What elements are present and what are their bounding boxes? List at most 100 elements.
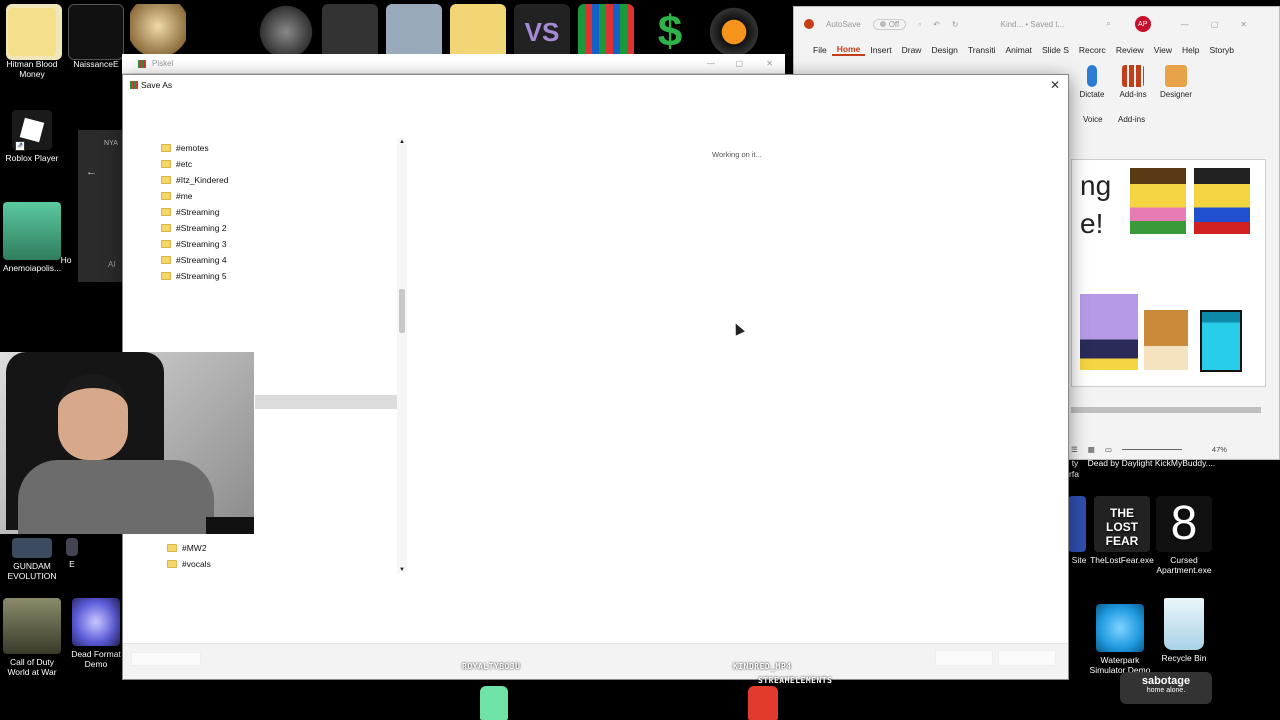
cancel-button[interactable] <box>998 650 1056 666</box>
desktop-icon-label: Recycle Bin <box>1161 653 1207 663</box>
zoom-slider[interactable] <box>1121 448 1182 450</box>
dictate-button[interactable]: Dictate <box>1070 65 1114 99</box>
dollar-icon[interactable]: $ <box>642 4 698 60</box>
tab-home[interactable]: Home <box>831 44 866 56</box>
save-button[interactable] <box>935 650 993 666</box>
slide-text-line-1: ng <box>1080 170 1112 201</box>
minimize-icon[interactable]: — <box>707 59 715 68</box>
back-arrow-icon[interactable]: ← <box>86 166 97 178</box>
desktop-icon-cod[interactable]: Call of Duty World at War <box>0 598 64 677</box>
pixel-character-yellow <box>1130 168 1186 234</box>
tab-design[interactable]: Design <box>926 45 962 55</box>
hitman-portrait-icon[interactable] <box>258 4 314 60</box>
desktop-icon-lost-fear[interactable]: THE LOST FEAR TheLostFear.exe <box>1090 496 1154 565</box>
save-icon[interactable]: ▫ <box>918 20 921 29</box>
tab-storyboard[interactable]: Storyb <box>1204 45 1239 55</box>
vampire-survivors-icon[interactable]: VS <box>514 4 570 60</box>
tab-slide-show[interactable]: Slide S <box>1037 45 1074 55</box>
folder-item[interactable]: #Streaming 4 <box>161 252 227 268</box>
desktop-icon-partial[interactable]: Ho <box>56 255 76 265</box>
notes-icon[interactable]: ☰ <box>1071 445 1078 454</box>
pixel-character-blue <box>1194 168 1250 234</box>
tab-draw[interactable]: Draw <box>897 45 927 55</box>
desktop-icon-cursed-apartment[interactable]: 8 Cursed Apartment.exe <box>1152 496 1216 575</box>
desktop-icon-roblox[interactable]: ↗ Roblox Player <box>0 110 64 163</box>
undo-icon[interactable]: ↶ <box>933 20 940 29</box>
normal-view-icon[interactable]: ▦ <box>1088 445 1095 454</box>
folder-tree-scrollbar[interactable]: ▲ ▼ <box>397 139 407 573</box>
avatar[interactable]: AP <box>1134 16 1151 32</box>
autosave-toggle[interactable]: Off <box>872 18 907 30</box>
tab-record[interactable]: Recorc <box>1074 45 1111 55</box>
folder-label: #Streaming <box>176 207 220 217</box>
piskel-grid-icon[interactable] <box>578 4 634 60</box>
document-title[interactable]: Kind... • Saved t... <box>1000 20 1064 29</box>
pixel-character-cat <box>1080 294 1138 370</box>
unity-icon[interactable] <box>322 4 378 60</box>
folder-item[interactable]: #Streaming 5 <box>161 268 227 284</box>
tab-transitions[interactable]: Transiti <box>963 45 1001 55</box>
folder-item[interactable]: #vocals <box>167 556 211 572</box>
folder-item[interactable]: #MW2 <box>167 540 207 556</box>
desktop-icon-waterpark[interactable]: Waterpark Simulator Demo <box>1088 604 1152 675</box>
folder-item[interactable]: #etc <box>161 156 192 172</box>
minimize-icon[interactable]: — <box>1181 20 1189 29</box>
slide-canvas[interactable]: ng e! <box>1071 159 1266 387</box>
desktop-icon-recycle-bin[interactable]: Recycle Bin <box>1152 598 1216 663</box>
folder-label: #vocals <box>182 559 211 569</box>
folder-label: #Streaming 3 <box>176 239 227 249</box>
desktop-icon-label: NaissanceE <box>73 59 119 69</box>
tab-animations[interactable]: Animat <box>1000 45 1036 55</box>
scroll-thumb[interactable] <box>399 289 405 333</box>
tab-file[interactable]: File <box>808 45 832 55</box>
desktop-icon-hitman[interactable]: Hitman Blood Money <box>0 8 64 79</box>
folder-icon[interactable] <box>450 4 506 60</box>
music-disc-icon[interactable] <box>706 4 762 60</box>
folder-item[interactable]: #emotes <box>161 140 209 156</box>
folder-item[interactable]: #Streaming 2 <box>161 220 227 236</box>
tab-help[interactable]: Help <box>1177 45 1204 55</box>
loading-status: Working on it... <box>712 150 762 159</box>
folder-item[interactable]: #Streaming 3 <box>161 236 227 252</box>
app-icon <box>66 538 78 556</box>
desktop-icon-dead-format[interactable]: Dead Format Demo <box>64 598 128 669</box>
folder-item[interactable]: #Streaming <box>161 204 219 220</box>
file-name-field[interactable] <box>131 652 201 666</box>
redo-icon[interactable]: ↻ <box>952 20 959 29</box>
scroll-up-icon[interactable]: ▲ <box>399 139 405 145</box>
maximize-icon[interactable]: ▢ <box>1211 20 1219 29</box>
add-ins-label: Add-ins <box>1119 90 1147 99</box>
desktop-icon-naissance[interactable]: NaissanceE <box>64 8 128 69</box>
desktop-icon-anemoiapolis[interactable]: Anemoiapolis... <box>0 202 64 273</box>
desktop-icon-gundam[interactable]: GUNDAM EVOLUTION <box>0 538 64 581</box>
app-document-icon[interactable] <box>386 4 442 60</box>
add-ins-button[interactable]: Add-ins <box>1111 65 1155 99</box>
toggle-knob-icon <box>879 21 886 27</box>
tab-insert[interactable]: Insert <box>865 45 896 55</box>
desktop-icon-partial-e[interactable]: E <box>64 538 80 569</box>
close-icon[interactable]: ✕ <box>766 59 773 68</box>
desktop-icon-site[interactable]: Site <box>1066 496 1092 565</box>
tab-review[interactable]: Review <box>1111 45 1149 55</box>
mouse-cursor-icon <box>731 321 745 336</box>
tab-view[interactable]: View <box>1149 45 1177 55</box>
slide-scrollbar-horizontal[interactable] <box>1071 407 1261 413</box>
scroll-down-icon[interactable]: ▼ <box>399 567 405 573</box>
presenter-icon[interactable]: ▭ <box>1105 445 1112 454</box>
cursed-apartment-icon: 8 <box>1156 496 1212 552</box>
zoom-level[interactable]: 47% <box>1212 445 1227 454</box>
add-ins-icon <box>1122 65 1144 87</box>
designer-label: Designer <box>1159 90 1192 99</box>
close-icon[interactable]: ✕ <box>1050 78 1060 92</box>
selected-row-highlight[interactable] <box>255 395 397 409</box>
designer-button[interactable]: Designer <box>1154 65 1198 99</box>
close-icon[interactable]: ✕ <box>1240 20 1247 29</box>
desktop-icon-label: TheLostFear.exe <box>1090 555 1154 565</box>
folder-item[interactable]: #me <box>161 188 193 204</box>
skull-icon[interactable] <box>130 4 186 60</box>
gundam-icon <box>12 538 52 558</box>
streamelements-label: STREAMELEMENTS <box>758 676 833 685</box>
search-icon[interactable]: ⌕ <box>1106 19 1110 29</box>
maximize-icon[interactable]: ▢ <box>735 59 743 68</box>
folder-item[interactable]: #Itz_Kindered <box>161 172 228 188</box>
